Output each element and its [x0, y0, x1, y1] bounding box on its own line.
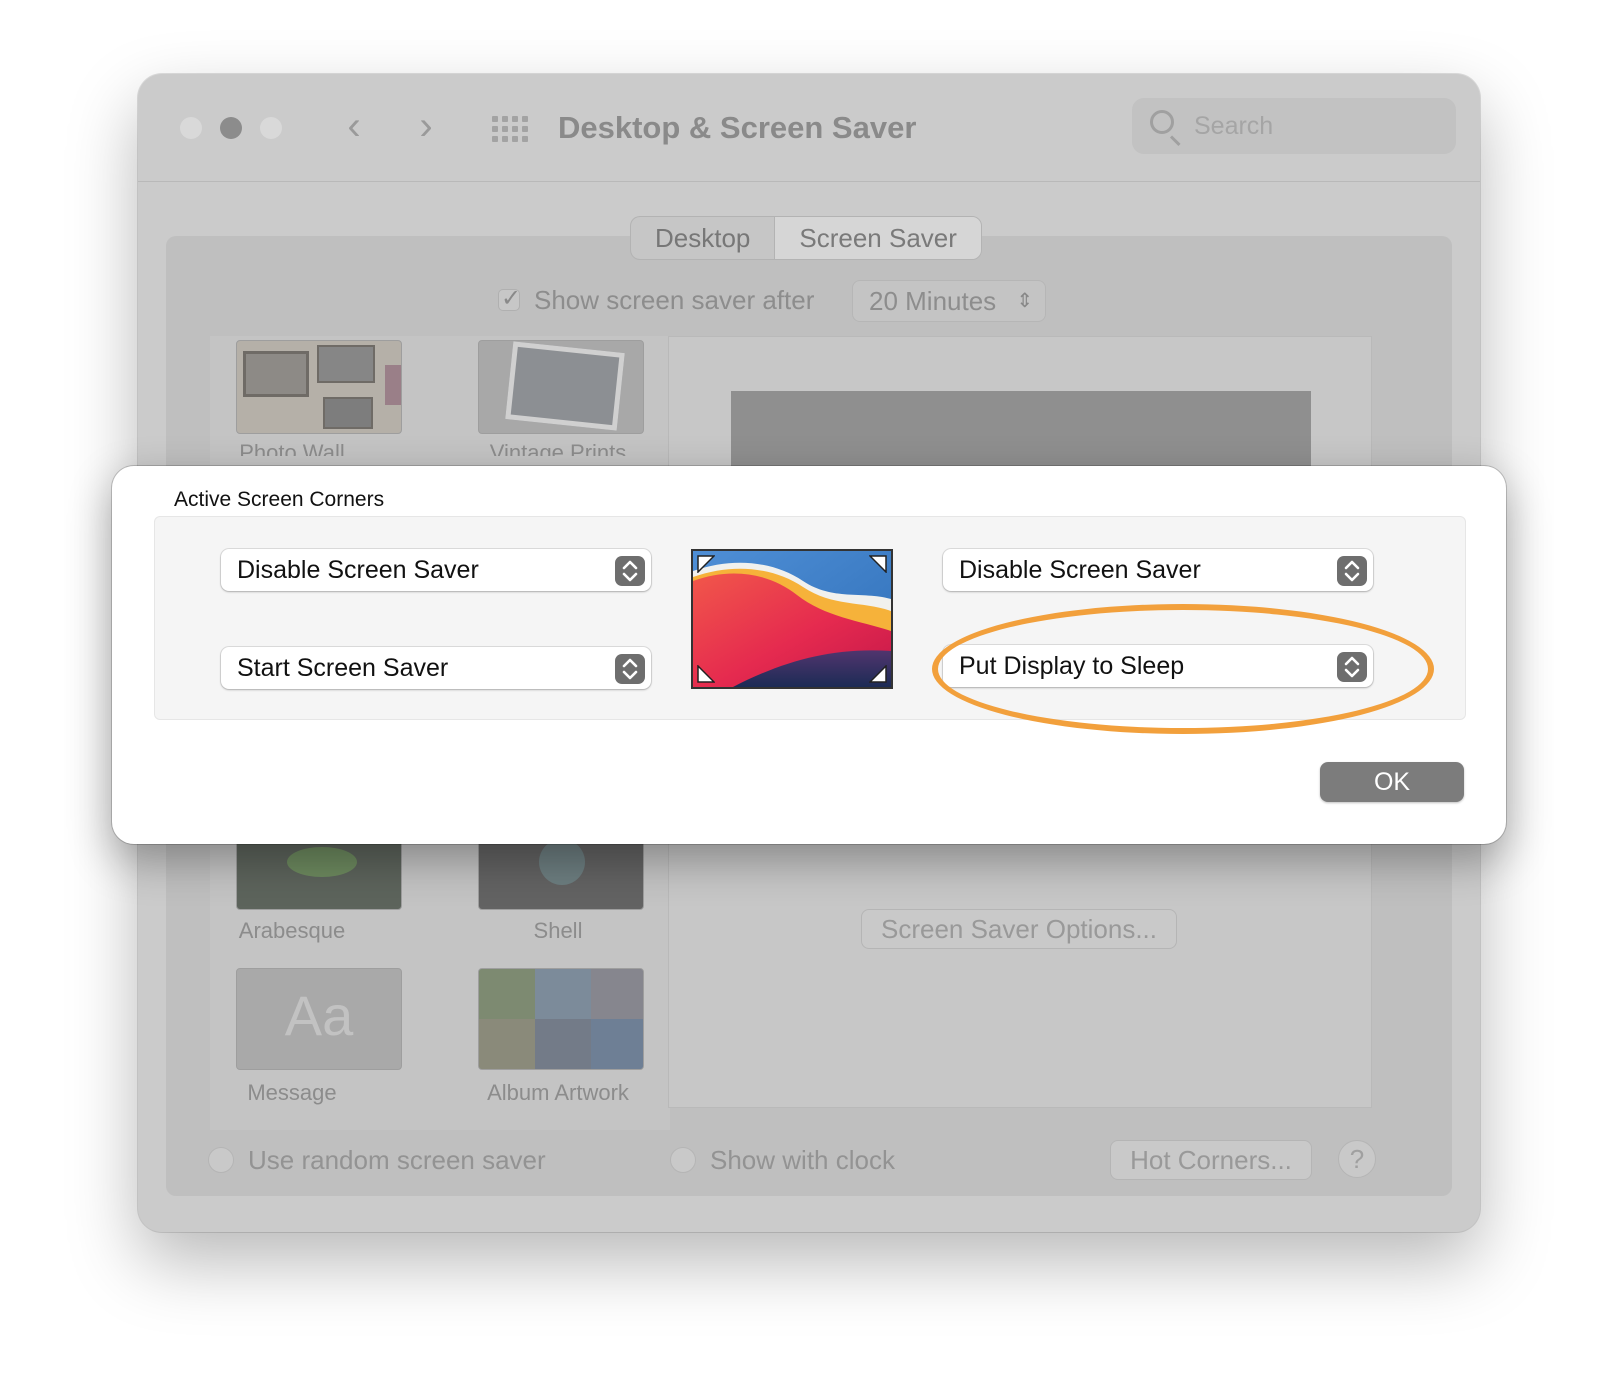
window-title: Desktop & Screen Saver [558, 110, 917, 145]
zoom-button[interactable] [260, 117, 282, 139]
preview-screen [731, 391, 1311, 471]
screen-saver-options-button[interactable]: Screen Saver Options... [861, 909, 1177, 949]
random-screensaver-checkbox[interactable] [208, 1147, 234, 1173]
grid-icon[interactable] [492, 116, 528, 142]
screensaver-label-album-artwork: Album Artwork [487, 1080, 629, 1105]
show-clock-checkbox[interactable] [670, 1147, 696, 1173]
up-down-chevron-icon [615, 654, 645, 684]
highlight-ellipse [932, 604, 1434, 734]
top-right-corner-value: Disable Screen Saver [959, 556, 1201, 584]
show-clock-label: Show with clock [710, 1144, 895, 1175]
up-down-chevron-icon: ⇕ [1016, 290, 1033, 312]
show-after-label: Show screen saver after [534, 284, 815, 315]
search-placeholder: Search [1194, 112, 1274, 140]
top-right-corner-icon [869, 555, 887, 573]
search-field[interactable]: Search [1132, 98, 1456, 154]
show-after-row: Show screen saver after [498, 280, 814, 320]
hot-corners-button[interactable]: Hot Corners... [1110, 1140, 1312, 1180]
top-left-corner-popup[interactable]: Disable Screen Saver [221, 549, 651, 591]
tab-desktop[interactable]: Desktop [631, 217, 774, 259]
screensaver-label-arabesque: Arabesque [238, 918, 346, 943]
tab-screen-saver[interactable]: Screen Saver [774, 217, 981, 259]
show-after-select[interactable]: 20 Minutes ⇕ [852, 280, 1046, 322]
bottom-right-corner-icon [869, 665, 887, 683]
sheet-title: Active Screen Corners [174, 488, 385, 511]
top-right-corner-popup[interactable]: Disable Screen Saver [943, 549, 1373, 591]
random-screensaver-row: Use random screen saver [208, 1140, 546, 1180]
top-left-corner-value: Disable Screen Saver [237, 556, 479, 584]
show-clock-row: Show with clock [670, 1140, 895, 1180]
desktop-wallpaper-preview [691, 549, 893, 689]
screensaver-label-photo-wall: Photo Wall [239, 440, 345, 456]
bottom-left-corner-popup[interactable]: Start Screen Saver [221, 647, 651, 689]
top-left-corner-icon [697, 555, 715, 573]
close-button[interactable] [180, 117, 202, 139]
screensaver-label-shell: Shell [533, 918, 583, 943]
screensaver-thumb-vintage-prints[interactable] [478, 340, 644, 434]
show-after-checkbox[interactable] [498, 284, 521, 312]
back-chevron-icon[interactable]: ‹ [334, 106, 374, 146]
bottom-left-corner-value: Start Screen Saver [237, 654, 449, 682]
up-down-chevron-icon [615, 556, 645, 586]
message-glyph: Aa [284, 984, 354, 1047]
screensaver-thumb-message[interactable]: Aa [236, 968, 402, 1070]
minimize-button[interactable] [220, 117, 242, 139]
forward-chevron-icon[interactable]: › [406, 106, 446, 146]
help-button[interactable]: ? [1338, 1140, 1376, 1178]
random-screensaver-label: Use random screen saver [248, 1144, 546, 1175]
show-after-value: 20 Minutes [869, 286, 997, 316]
up-down-chevron-icon [1337, 556, 1367, 586]
ok-button[interactable]: OK [1320, 762, 1464, 802]
screensaver-thumb-album-artwork[interactable] [478, 968, 644, 1070]
screensaver-label-message: Message [247, 1080, 337, 1105]
screensaver-thumb-photo-wall[interactable] [236, 340, 402, 434]
tab-bar: Desktop Screen Saver [630, 216, 982, 260]
screensaver-label-vintage-prints: Vintage Prints [489, 440, 627, 456]
title-bar: ‹ › Desktop & Screen Saver Search [138, 74, 1480, 182]
bottom-left-corner-icon [697, 665, 715, 683]
magnifier-icon [1150, 110, 1174, 134]
